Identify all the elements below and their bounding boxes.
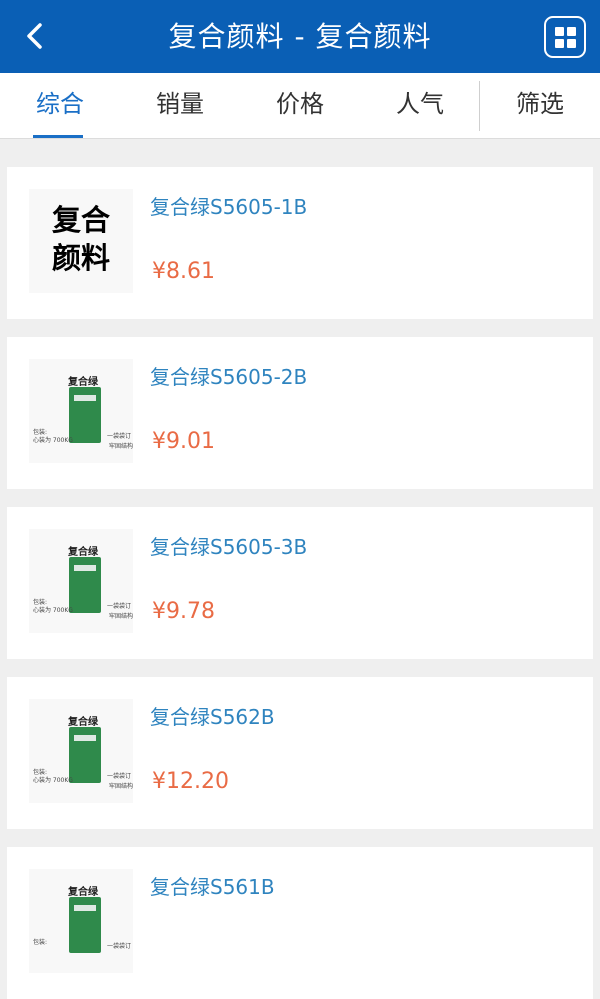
product-image[interactable]: 复合绿 包装: 心装为 700KG 一袋袋订 牢固结构 bbox=[29, 529, 133, 633]
product-name[interactable]: 复合绿S5605-2B bbox=[150, 361, 307, 390]
product-name[interactable]: 复合绿S5605-1B bbox=[150, 191, 307, 220]
active-tab-indicator bbox=[33, 135, 83, 138]
sort-tabs: 综合 销量 价格 人气 筛选 bbox=[0, 73, 600, 139]
pigment-bag-icon bbox=[69, 387, 101, 443]
product-image[interactable]: 复合绿 包装: 心装为 700KG 一袋袋订 牢固结构 bbox=[29, 699, 133, 803]
product-card[interactable]: 复合 颜料 复合绿S5605-1B ¥8.61 bbox=[7, 167, 593, 319]
product-card[interactable]: 复合绿 包装: 一袋袋订 复合绿S561B bbox=[7, 847, 593, 999]
product-name[interactable]: 复合绿S5605-3B bbox=[150, 531, 307, 560]
pigment-bag-icon bbox=[69, 557, 101, 613]
tab-filter[interactable]: 筛选 bbox=[480, 73, 600, 139]
product-price: ¥9.78 bbox=[152, 599, 215, 624]
product-image[interactable]: 复合绿 包装: 一袋袋订 bbox=[29, 869, 133, 973]
tab-sales[interactable]: 销量 bbox=[120, 73, 240, 139]
pigment-bag-icon bbox=[69, 727, 101, 783]
product-price: ¥8.61 bbox=[152, 259, 215, 284]
product-name[interactable]: 复合绿S561B bbox=[150, 871, 275, 900]
product-name[interactable]: 复合绿S562B bbox=[150, 701, 275, 730]
pigment-bag-icon bbox=[69, 897, 101, 953]
app-header: 复合颜料 - 复合颜料 bbox=[0, 0, 600, 73]
product-card[interactable]: 复合绿 包装: 心装为 700KG 一袋袋订 牢固结构 复合绿S5605-3B … bbox=[7, 507, 593, 659]
grid-icon[interactable] bbox=[544, 16, 586, 58]
page-title: 复合颜料 - 复合颜料 bbox=[168, 20, 432, 53]
product-image[interactable]: 复合 颜料 bbox=[29, 189, 133, 293]
tab-comprehensive[interactable]: 综合 bbox=[0, 73, 120, 139]
product-image[interactable]: 复合绿 包装: 心装为 700KG 一袋袋订 牢固结构 bbox=[29, 359, 133, 463]
tab-popularity[interactable]: 人气 bbox=[360, 73, 480, 139]
product-card[interactable]: 复合绿 包装: 心装为 700KG 一袋袋订 牢固结构 复合绿S562B ¥12… bbox=[7, 677, 593, 829]
product-price: ¥12.20 bbox=[152, 769, 229, 794]
tab-price[interactable]: 价格 bbox=[240, 73, 360, 139]
product-price: ¥9.01 bbox=[152, 429, 215, 454]
product-card[interactable]: 复合绿 包装: 心装为 700KG 一袋袋订 牢固结构 复合绿S5605-2B … bbox=[7, 337, 593, 489]
